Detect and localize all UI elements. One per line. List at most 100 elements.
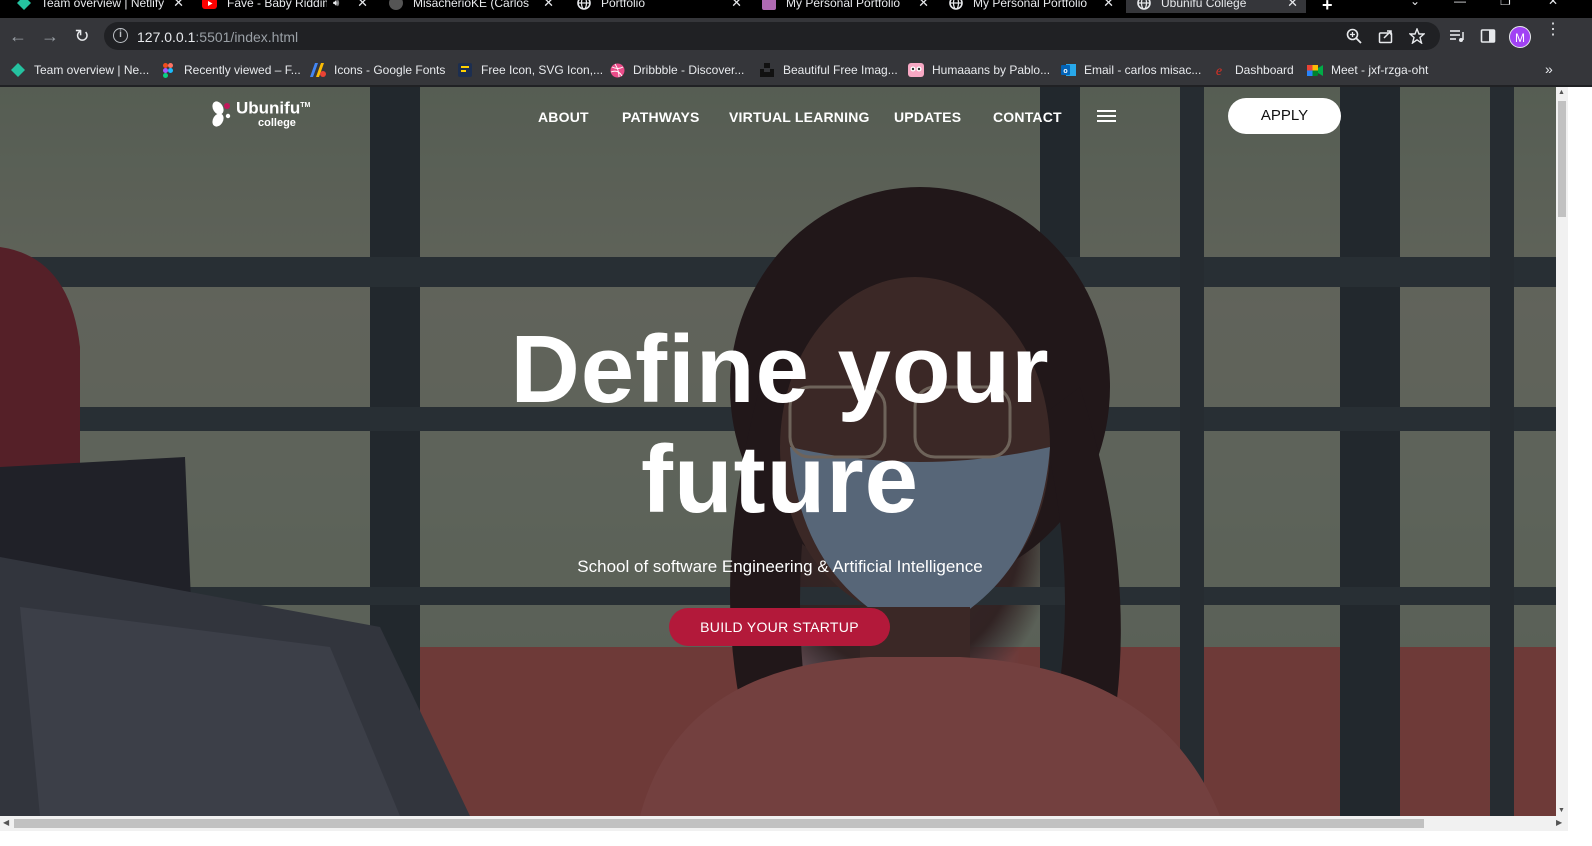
bookmark-item[interactable]: Team overview | Ne...	[10, 62, 149, 78]
nav-pathways[interactable]: PATHWAYS	[622, 109, 700, 125]
tab-youtube[interactable]: Fave - Baby Riddim 🔊︎ ✕	[202, 0, 368, 13]
tab-my-portfolio-2[interactable]: My Personal Portfolio ✕	[948, 0, 1114, 13]
bookmark-item[interactable]: o Email - carlos misac...	[1060, 62, 1201, 78]
bookmark-item[interactable]: Free Icon, SVG Icon,...	[457, 62, 603, 78]
bookmark-item[interactable]: Dribbble - Discover...	[609, 62, 744, 78]
speaker-icon[interactable]: 🔊︎	[333, 0, 339, 9]
url-text[interactable]: 127.0.0.1:5501/index.html	[137, 29, 298, 45]
tab-title: My Personal Portfolio	[973, 0, 1088, 10]
ubunifu-logo-icon	[212, 99, 234, 129]
restore-icon[interactable]: ❐	[1500, 0, 1511, 8]
horizontal-scrollbar[interactable]: ◀ ▶	[0, 816, 1568, 831]
bookmark-label: Team overview | Ne...	[34, 63, 150, 77]
forward-icon[interactable]: →	[40, 26, 60, 46]
close-icon[interactable]: ✕	[357, 0, 368, 11]
figma-icon	[160, 62, 176, 78]
window-close-icon[interactable]: ✕	[1548, 0, 1558, 8]
reload-icon[interactable]: ↻	[72, 26, 92, 46]
nav-about[interactable]: ABOUT	[538, 109, 589, 125]
more-bookmarks-icon[interactable]: »	[1545, 61, 1553, 77]
close-icon[interactable]: ✕	[1103, 0, 1114, 11]
netlify-icon	[10, 62, 26, 78]
humaaans-icon	[908, 62, 924, 78]
build-your-startup-button[interactable]: BUILD YOUR STARTUP	[669, 608, 890, 646]
tab-ubunifu-college[interactable]: Ubunifu College ✕	[1126, 0, 1306, 13]
scroll-up-icon[interactable]: ▲	[1558, 89, 1565, 96]
share-icon[interactable]	[1378, 28, 1394, 44]
bookmark-label: Free Icon, SVG Icon,...	[481, 63, 604, 77]
globe-icon	[1136, 0, 1151, 11]
bookmark-item[interactable]: Humaaans by Pablo...	[908, 62, 1050, 78]
new-tab-icon[interactable]: +	[1322, 0, 1333, 16]
browser-toolbar: ← → ↻ i 127.0.0.1:5501/index.html M ⋮	[0, 18, 1592, 54]
unsplash-icon	[759, 62, 775, 78]
svg-text:o: o	[1063, 68, 1067, 75]
globe-icon	[576, 0, 591, 11]
tab-title: Team overview | Netlify	[41, 0, 165, 10]
bookmark-star-icon[interactable]	[1409, 28, 1425, 44]
scroll-right-icon[interactable]: ▶	[1556, 818, 1562, 827]
hamburger-menu-icon[interactable]	[1097, 110, 1116, 122]
site-info-icon[interactable]: i	[113, 28, 128, 43]
bookmark-label: Meet - jxf-rzga-oht	[1331, 63, 1429, 77]
bookmark-label: Beautiful Free Imag...	[783, 63, 898, 77]
apply-button[interactable]: APPLY	[1228, 98, 1341, 134]
vertical-scroll-thumb[interactable]	[1558, 101, 1566, 217]
headline-line-1: Define your	[510, 316, 1050, 423]
tab-title: Ubunifu College	[1161, 0, 1247, 10]
menu-kebab-icon[interactable]: ⋮	[1545, 22, 1561, 38]
nav-updates[interactable]: UPDATES	[894, 109, 961, 125]
close-icon[interactable]: ✕	[918, 0, 929, 11]
hero-subheading: School of software Engineering & Artific…	[577, 557, 983, 576]
close-icon[interactable]: ✕	[1287, 0, 1298, 11]
bookmarks-bar: Team overview | Ne... Recently viewed – …	[0, 54, 1592, 86]
address-bar[interactable]: i 127.0.0.1:5501/index.html	[104, 22, 1440, 50]
minimize-icon[interactable]: —	[1454, 0, 1466, 8]
scroll-left-icon[interactable]: ◀	[3, 818, 9, 827]
media-control-icon[interactable]	[1449, 28, 1465, 44]
close-icon[interactable]: ✕	[173, 0, 184, 11]
zoom-icon[interactable]	[1346, 28, 1362, 44]
back-icon[interactable]: ←	[8, 26, 28, 46]
hero-headline: Define your future	[470, 315, 1090, 535]
bookmark-item[interactable]: Recently viewed – F...	[160, 62, 301, 78]
bookmark-item[interactable]: e Dashboard	[1211, 62, 1294, 78]
tab-strip: Team overview | Netlify ✕ Fave - Baby Ri…	[0, 0, 1592, 18]
outlook-icon: o	[1060, 62, 1076, 78]
flaticon-icon	[457, 62, 473, 78]
bookmark-item[interactable]: Icons - Google Fonts	[310, 62, 445, 78]
side-panel-icon[interactable]	[1480, 28, 1496, 44]
bookmark-item[interactable]: Beautiful Free Imag...	[759, 62, 898, 78]
vertical-scrollbar[interactable]: ▲ ▼	[1556, 87, 1568, 816]
globe-icon	[948, 0, 963, 11]
page-viewport: UbunifuTM college ABOUT PATHWAYS VIRTUAL…	[0, 87, 1556, 816]
scroll-down-icon[interactable]: ▼	[1558, 807, 1565, 814]
nav-contact[interactable]: CONTACT	[993, 109, 1062, 125]
tab-netlify[interactable]: Team overview | Netlify ✕	[16, 0, 184, 13]
tab-title: Portfolio	[601, 0, 646, 10]
horizontal-scroll-thumb[interactable]	[14, 819, 1424, 828]
bookmark-label: Email - carlos misac...	[1084, 63, 1202, 77]
github-icon	[388, 0, 403, 11]
bookmark-label: Icons - Google Fonts	[334, 63, 446, 77]
tab-title: MisacherioKE (Carlos M	[413, 0, 533, 10]
google-fonts-icon	[310, 62, 326, 78]
tab-my-portfolio[interactable]: My Personal Portfolio ✕	[761, 0, 929, 13]
bookmark-label: Humaaans by Pablo...	[932, 63, 1051, 77]
tab-search-icon[interactable]: ⌄	[1410, 0, 1420, 8]
portfolio-icon	[761, 0, 776, 11]
profile-avatar[interactable]: M	[1509, 26, 1531, 48]
site-header: UbunifuTM college ABOUT PATHWAYS VIRTUAL…	[0, 87, 1556, 147]
bookmark-item[interactable]: Meet - jxf-rzga-oht	[1307, 62, 1428, 78]
tab-github[interactable]: MisacherioKE (Carlos M ✕	[388, 0, 554, 13]
close-icon[interactable]: ✕	[543, 0, 554, 11]
dashboard-icon: e	[1211, 62, 1227, 78]
youtube-icon	[202, 0, 217, 11]
close-icon[interactable]: ✕	[731, 0, 742, 11]
bookmark-label: Dashboard	[1235, 63, 1294, 77]
window-edge	[1568, 87, 1592, 846]
tab-portfolio[interactable]: Portfolio ✕	[576, 0, 742, 13]
nav-virtual-learning[interactable]: VIRTUAL LEARNING	[729, 109, 870, 125]
netlify-icon	[16, 0, 31, 11]
site-logo[interactable]: UbunifuTM college	[212, 99, 310, 130]
